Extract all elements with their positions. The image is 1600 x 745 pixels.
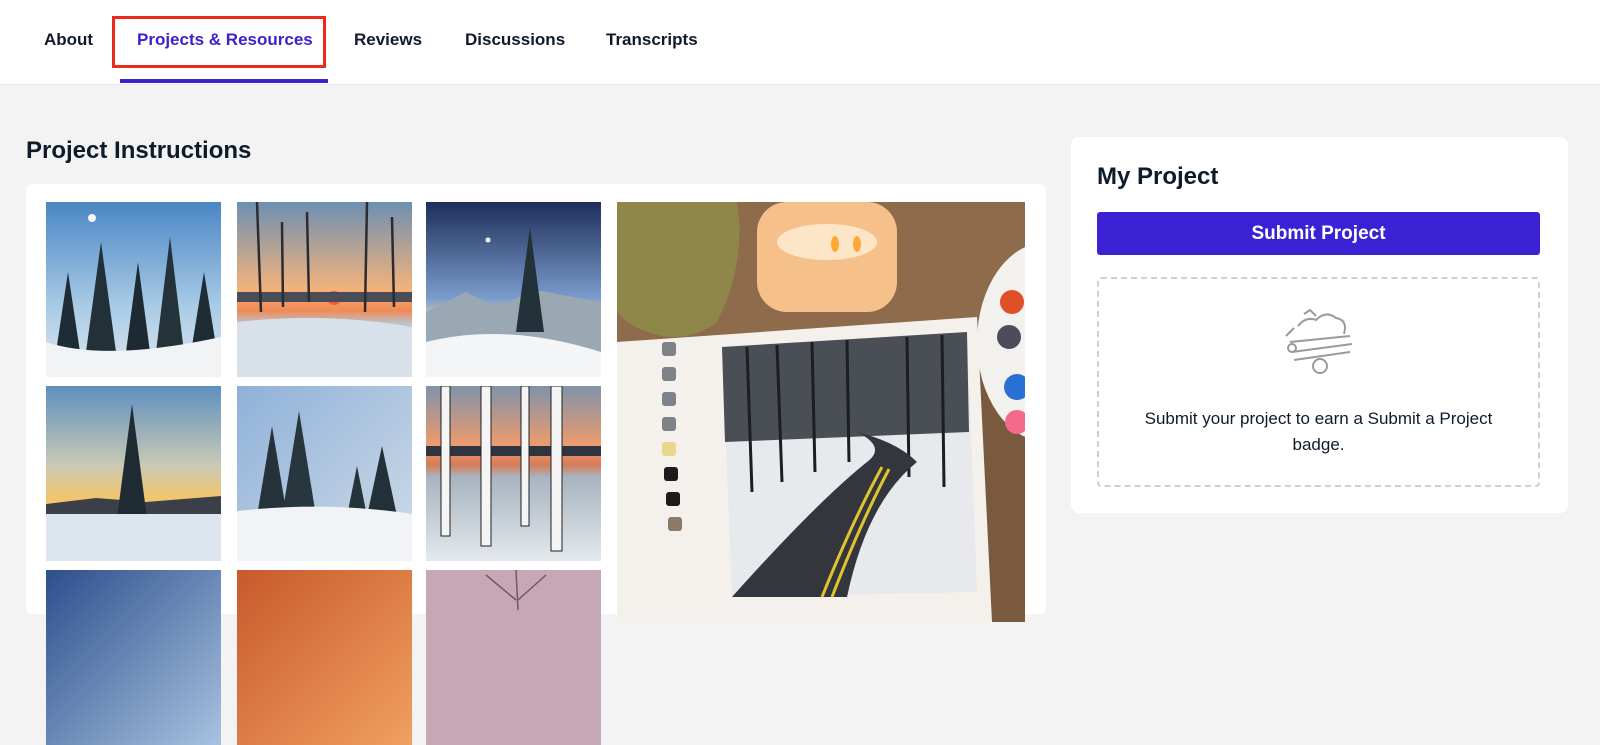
orange-sunset-sky-image[interactable] <box>237 570 412 745</box>
night-sky-pine-mountain-image[interactable] <box>426 202 601 377</box>
blue-sky-snow-pines-image[interactable] <box>237 386 412 561</box>
tab-about[interactable]: About <box>44 30 93 50</box>
submit-project-button[interactable]: Submit Project <box>1097 212 1540 255</box>
project-badge-icon <box>1278 306 1358 378</box>
blue-evening-sky-image[interactable] <box>46 570 221 745</box>
tab-discussions[interactable]: Discussions <box>465 30 565 50</box>
badge-description: Submit your project to earn a Submit a P… <box>1144 409 1493 454</box>
snowy-road-painting-photo[interactable] <box>617 202 1025 622</box>
tab-reviews[interactable]: Reviews <box>354 30 422 50</box>
sunset-bare-trees-image[interactable] <box>237 202 412 377</box>
top-nav: About Projects & Resources Reviews Discu… <box>0 0 1600 85</box>
birch-trees-sunset-image[interactable] <box>426 386 601 561</box>
snowy-pine-forest-moon-image[interactable] <box>46 202 221 377</box>
tab-transcripts[interactable]: Transcripts <box>606 30 698 50</box>
project-instructions-title: Project Instructions <box>26 137 252 164</box>
highlight-annotation <box>112 16 326 68</box>
pink-sky-bare-tree-image[interactable] <box>426 570 601 745</box>
my-project-title: My Project <box>1097 163 1219 190</box>
active-tab-indicator <box>120 79 328 83</box>
golden-sky-lone-pine-image[interactable] <box>46 386 221 561</box>
